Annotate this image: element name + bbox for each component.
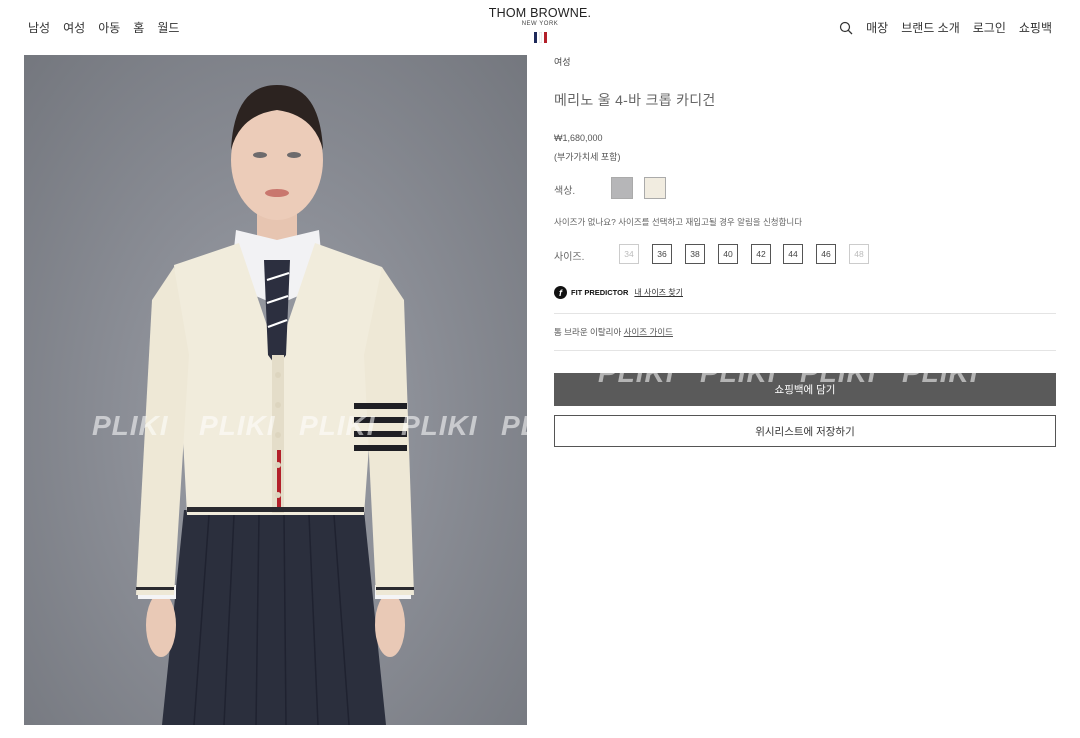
main-nav: 남성 여성 아동 홈 월드 (28, 19, 179, 36)
site-header: 남성 여성 아동 홈 월드 THOM BROWNE. NEW YORK 매장 브… (0, 0, 1080, 52)
fit-predictor-icon: f (554, 286, 567, 299)
tricolor-flag-icon (480, 32, 600, 43)
find-my-size-link[interactable]: 내 사이즈 찾기 (634, 287, 683, 298)
utility-nav: 매장 브랜드 소개 로그인 쇼핑백 (839, 19, 1052, 36)
nav-login[interactable]: 로그인 (973, 19, 1006, 36)
product-image[interactable]: PLIKI PLIKI PLIKI PLIKI PLIKI (24, 55, 527, 725)
size-option-48[interactable]: 48 (849, 244, 869, 264)
divider (554, 350, 1056, 351)
watermark-text: PLIKI (199, 410, 276, 441)
size-option-36[interactable]: 36 (652, 244, 672, 264)
size-label: 사이즈. (554, 252, 585, 263)
size-restock-note: 사이즈가 없나요? 사이즈를 선택하고 재입고될 경우 알림을 신청합니다 (554, 217, 803, 227)
nav-home[interactable]: 홈 (133, 19, 144, 36)
watermark-text: PLIKI (501, 410, 527, 441)
nav-men[interactable]: 남성 (28, 19, 50, 36)
nav-kids[interactable]: 아동 (98, 19, 120, 36)
watermark-text: PLIKI (902, 357, 979, 388)
size-guide-row: 톰 브라운 이탈리아 사이즈 가이드 (554, 326, 673, 338)
fit-predictor-label: FIT PREDICTOR (571, 288, 629, 297)
model-illustration (136, 85, 414, 725)
size-option-46[interactable]: 46 (816, 244, 836, 264)
color-swatch-grey[interactable] (611, 177, 633, 199)
watermark-text: PLIKI (92, 410, 169, 441)
nav-world[interactable]: 월드 (157, 19, 179, 36)
size-option-44[interactable]: 44 (783, 244, 803, 264)
watermark-text: PLIKI (401, 410, 478, 441)
nav-women[interactable]: 여성 (63, 19, 85, 36)
product-price: ₩1,680,000 (554, 133, 603, 143)
size-option-38[interactable]: 38 (685, 244, 705, 264)
logo-wordmark: THOM BROWNE. (488, 6, 592, 20)
size-option-40[interactable]: 40 (718, 244, 738, 264)
nav-shopping-bag[interactable]: 쇼핑백 (1019, 19, 1052, 36)
size-option-34[interactable]: 34 (619, 244, 639, 264)
fit-predictor: f FIT PREDICTOR 내 사이즈 찾기 (554, 286, 683, 299)
breadcrumb[interactable]: 여성 (554, 55, 571, 68)
size-guide-prefix: 톰 브라운 이탈리아 (554, 327, 622, 337)
save-to-wishlist-button[interactable]: 위시리스트에 저장하기 (554, 415, 1056, 447)
watermark-text: PLIKI (800, 357, 877, 388)
vat-note: (부가가치세 포함) (554, 152, 621, 162)
watermark-text: PLIKI (700, 357, 777, 388)
watermark-text: PLIKI (299, 410, 376, 441)
logo-subtitle: NEW YORK (521, 21, 559, 27)
nav-stores[interactable]: 매장 (866, 19, 888, 36)
brand-logo[interactable]: THOM BROWNE. NEW YORK (480, 6, 600, 43)
size-guide-link[interactable]: 사이즈 가이드 (624, 327, 673, 337)
product-title: 메리노 울 4-바 크롭 카디건 (554, 92, 716, 108)
nav-about-brand[interactable]: 브랜드 소개 (901, 19, 960, 36)
color-swatch-ivory[interactable] (644, 177, 666, 199)
watermark-text: PLIKI (598, 357, 675, 388)
search-icon[interactable] (839, 21, 853, 35)
color-label: 색상. (554, 186, 576, 197)
divider (554, 313, 1056, 314)
size-option-42[interactable]: 42 (751, 244, 771, 264)
